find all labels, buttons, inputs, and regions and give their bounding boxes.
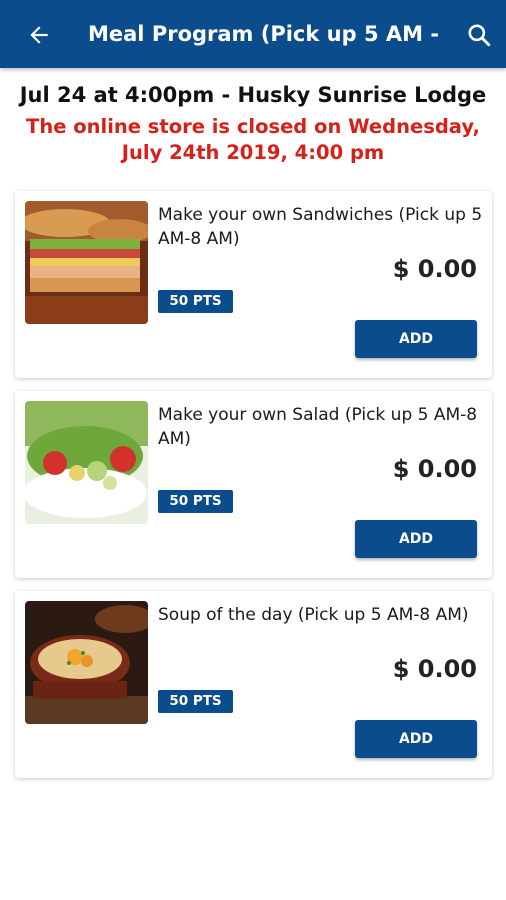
- soup-photo: [25, 601, 148, 724]
- item-price: $ 0.00: [392, 655, 477, 683]
- add-button[interactable]: ADD: [355, 720, 477, 758]
- add-button[interactable]: ADD: [355, 320, 477, 358]
- back-button[interactable]: [22, 18, 56, 52]
- page-title: Meal Program (Pick up 5 AM - ...: [88, 22, 440, 46]
- item-price: $ 0.00: [392, 255, 477, 283]
- search-button[interactable]: [462, 18, 496, 52]
- points-badge: 50 PTS: [158, 490, 233, 513]
- item-name: Soup of the day (Pick up 5 AM-8 AM): [158, 605, 469, 625]
- list-item: Soup of the day (Pick up 5 AM-8 AM) $ 0.…: [15, 591, 492, 778]
- add-button[interactable]: ADD: [355, 520, 477, 558]
- arrow-left-icon: [30, 26, 48, 44]
- item-price: $ 0.00: [392, 455, 477, 483]
- store-closed-message: The online store is closed on Wednesday,…: [0, 114, 506, 166]
- store-closed-text: The online store is closed on Wednesday,…: [26, 115, 480, 164]
- item-name: Make your own Sandwiches (Pick up 5 AM-8…: [158, 205, 483, 249]
- search-icon: [468, 24, 491, 47]
- salad-photo: [25, 401, 148, 524]
- event-info: Jul 24 at 4:00pm - Husky Sunrise Lodge: [19, 83, 487, 107]
- event-header: Jul 24 at 4:00pm - Husky Sunrise Lodge T…: [0, 80, 506, 166]
- list-item: Make your own Sandwiches (Pick up 5 AM-8…: [15, 191, 492, 378]
- app-bar: Meal Program (Pick up 5 AM - ...: [0, 0, 506, 68]
- item-name: Make your own Salad (Pick up 5 AM-8 AM): [158, 405, 478, 449]
- list-item: Make your own Salad (Pick up 5 AM-8 AM) …: [15, 391, 492, 578]
- sandwich-photo: [25, 201, 148, 324]
- points-badge: 50 PTS: [158, 690, 233, 713]
- points-badge: 50 PTS: [158, 290, 233, 313]
